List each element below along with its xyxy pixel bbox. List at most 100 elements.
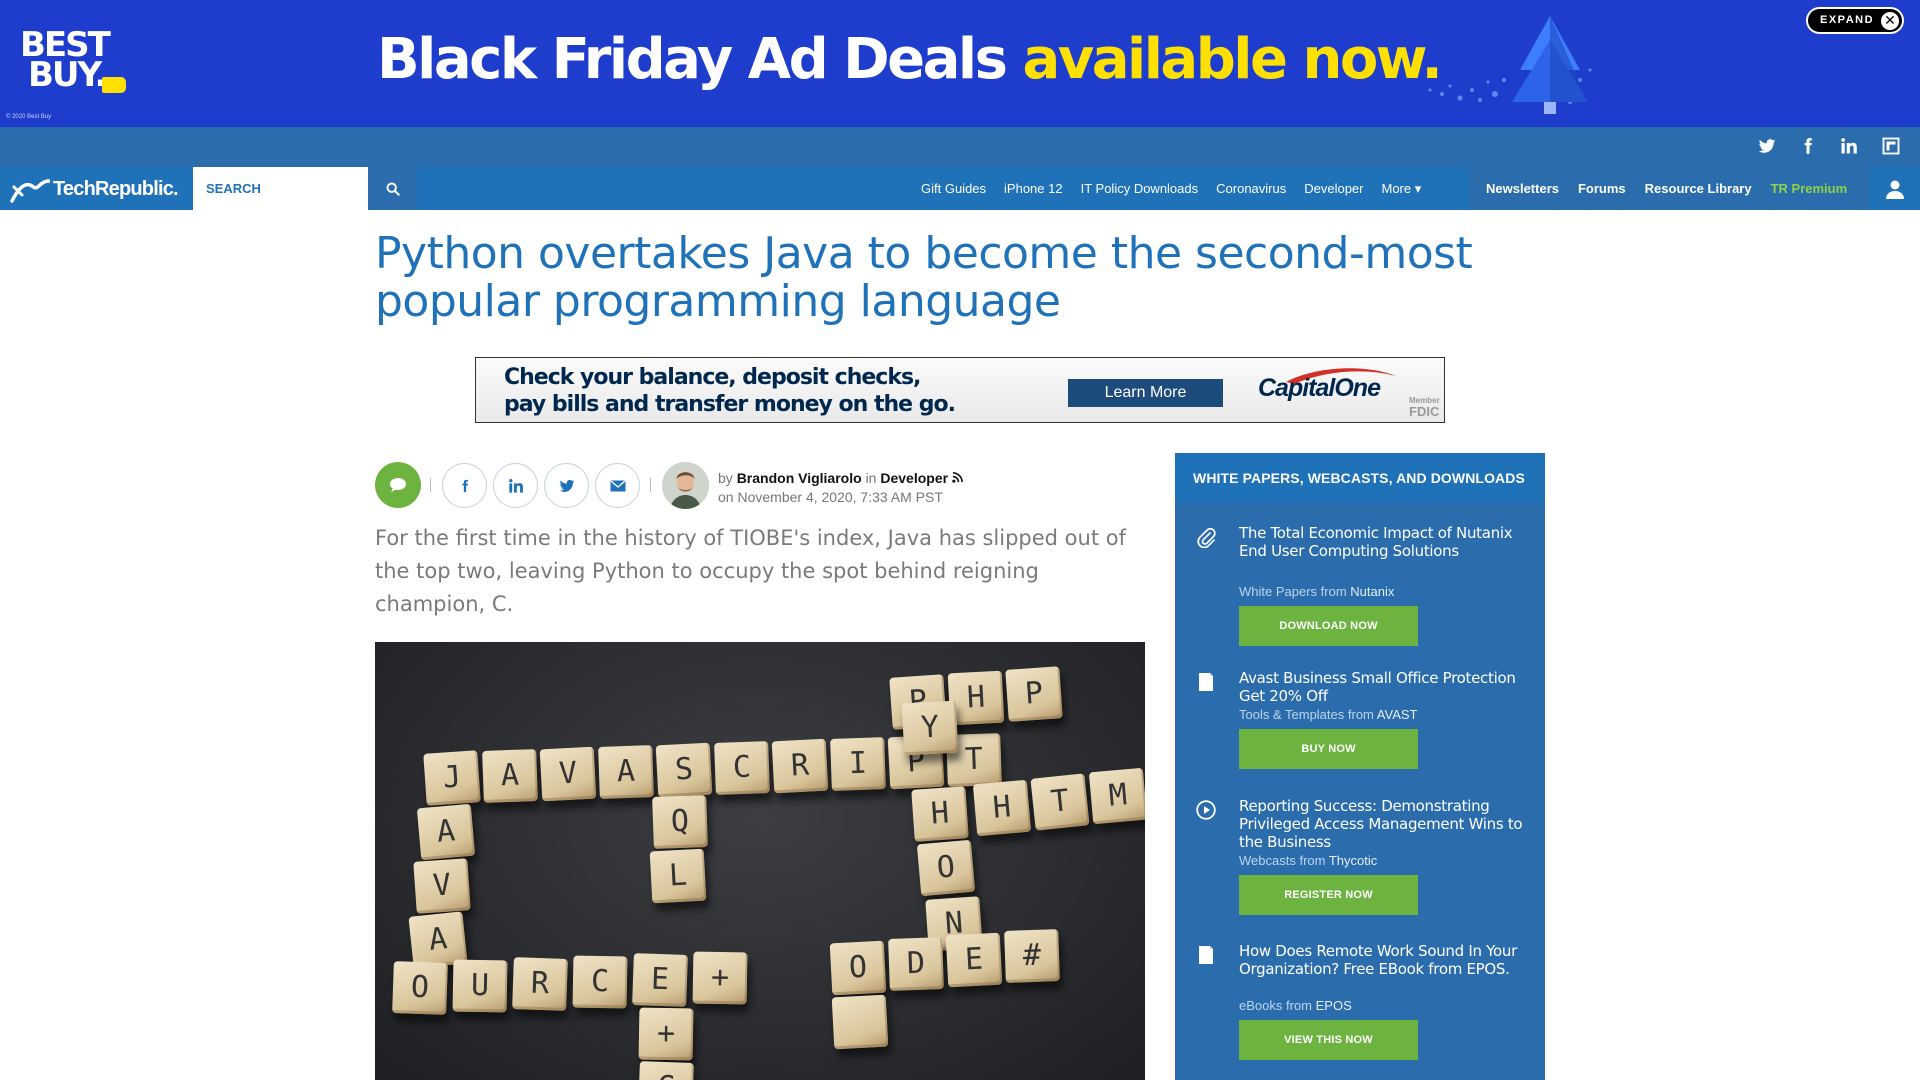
- flipboard-icon[interactable]: [1881, 137, 1901, 157]
- letter-tile: S: [655, 742, 713, 798]
- article-hero-image: J A V A S C R I P T A V A Q L P H P Y H …: [375, 642, 1145, 1080]
- rss-icon[interactable]: [952, 472, 963, 483]
- resource-source: Nutanix: [1350, 584, 1395, 599]
- letter-tile: [831, 994, 889, 1050]
- letter-tile: C: [638, 1061, 694, 1080]
- logo-text: TechRepublic.: [53, 178, 179, 200]
- search-button[interactable]: [368, 167, 417, 210]
- facebook-icon[interactable]: [1798, 137, 1818, 157]
- letter-tile: V: [539, 746, 597, 802]
- expand-ad-button[interactable]: EXPAND ✕: [1806, 7, 1904, 34]
- nav-link-gift-guides[interactable]: Gift Guides: [921, 181, 986, 196]
- resource-title[interactable]: Reporting Success: Demonstrating Privile…: [1239, 797, 1529, 851]
- letter-tile: V: [413, 858, 471, 914]
- resource-source: AVAST: [1376, 707, 1418, 722]
- document-icon: [1199, 946, 1213, 964]
- techrepublic-logo[interactable]: TechRepublic.: [10, 171, 179, 207]
- resource-meta: Webcasts from Thycotic: [1239, 853, 1377, 869]
- article-title: Python overtakes Java to become the seco…: [375, 228, 1473, 327]
- resource-title[interactable]: How Does Remote Work Sound In Your Organ…: [1239, 942, 1529, 978]
- letter-tile: A: [416, 803, 476, 861]
- user-account-button[interactable]: [1870, 167, 1920, 210]
- ad-headline[interactable]: Black Friday Ad Deals available now.: [377, 27, 1443, 92]
- resource-title[interactable]: Avast Business Small Office Protection G…: [1239, 669, 1529, 705]
- letter-tile: C: [572, 955, 628, 1009]
- nav-link-developer[interactable]: Developer: [1304, 181, 1363, 196]
- fdic-line2: FDIC: [1409, 404, 1440, 419]
- fdic-badge: Member FDIC: [1409, 396, 1440, 418]
- ad-headline-yellow: available now.: [1022, 27, 1442, 92]
- close-icon[interactable]: ✕: [1881, 12, 1899, 30]
- from-label: from: [1299, 853, 1326, 868]
- share-linkedin-button[interactable]: [493, 463, 538, 508]
- ad-copy: Check your balance, deposit checks, pay …: [504, 364, 956, 418]
- letter-tile: A: [482, 749, 538, 803]
- share-email-button[interactable]: [595, 463, 640, 508]
- ad-copy-line2: pay bills and transfer money on the go.: [504, 392, 956, 417]
- linkedin-icon[interactable]: [1839, 137, 1859, 157]
- from-label: from: [1286, 998, 1312, 1013]
- letter-tile: O: [392, 961, 448, 1015]
- download-now-button[interactable]: DOWNLOAD NOW: [1239, 606, 1418, 646]
- learn-more-button[interactable]: Learn More: [1068, 379, 1223, 407]
- letter-tile: M: [1088, 767, 1145, 825]
- author-prefix: by: [718, 470, 733, 486]
- linkedin-icon: [508, 479, 523, 493]
- nav-link-tr-premium[interactable]: TR Premium: [1771, 181, 1848, 196]
- resource-type: White Papers: [1239, 584, 1318, 599]
- share-facebook-button[interactable]: [442, 463, 487, 508]
- nav-links: Gift Guides iPhone 12 IT Policy Download…: [912, 167, 1430, 210]
- ad-copyright: © 2020 Best Buy: [6, 114, 52, 120]
- divider: [430, 478, 431, 492]
- nav-link-coronavirus[interactable]: Coronavirus: [1216, 181, 1286, 196]
- nav-link-newsletters[interactable]: Newsletters: [1486, 181, 1559, 196]
- nav-link-more[interactable]: More ▾: [1382, 181, 1422, 197]
- share-twitter-button[interactable]: [544, 463, 589, 508]
- social-strip: [0, 127, 1920, 167]
- top-banner-ad[interactable]: BEST BUY. © 2020 Best Buy Black Friday A…: [0, 0, 1920, 127]
- letter-tile: R: [771, 738, 829, 794]
- nav-link-resource-library[interactable]: Resource Library: [1645, 181, 1752, 196]
- letter-tile: D: [888, 937, 944, 991]
- category-link[interactable]: Developer: [880, 470, 948, 486]
- search-box: [193, 167, 368, 210]
- inline-banner-ad[interactable]: Check your balance, deposit checks, pay …: [475, 357, 1445, 423]
- facebook-icon: [461, 479, 468, 493]
- author-link[interactable]: Brandon Vigliarolo: [737, 470, 862, 486]
- user-icon: [1886, 180, 1904, 199]
- letter-tile: E: [945, 932, 1003, 988]
- comment-button[interactable]: [375, 462, 421, 508]
- register-now-button[interactable]: REGISTER NOW: [1239, 875, 1418, 915]
- resource-type: Tools & Templates: [1239, 707, 1345, 722]
- letter-tile: +: [638, 1007, 694, 1061]
- nav-right-links: Newsletters Forums Resource Library TR P…: [1470, 167, 1870, 210]
- comment-icon: [390, 478, 406, 492]
- letter-tile: H: [972, 779, 1032, 837]
- twitter-icon[interactable]: [1757, 137, 1777, 157]
- letter-tile: T: [1030, 773, 1090, 831]
- ad-headline-white: Black Friday Ad Deals: [377, 27, 1023, 92]
- nav-link-iphone-12[interactable]: iPhone 12: [1004, 181, 1063, 196]
- letter-tile: O: [829, 940, 887, 996]
- author-avatar[interactable]: [662, 462, 709, 509]
- letter-tile: U: [452, 959, 508, 1013]
- letter-tile: #: [1004, 929, 1060, 983]
- letter-tile: I: [830, 737, 886, 791]
- view-this-now-button[interactable]: VIEW THIS NOW: [1239, 1020, 1418, 1060]
- email-icon: [610, 480, 625, 492]
- nav-link-it-policy[interactable]: IT Policy Downloads: [1081, 181, 1199, 196]
- letter-tile: J: [423, 750, 481, 806]
- divider: [650, 478, 651, 492]
- resource-title[interactable]: The Total Economic Impact of Nutanix End…: [1239, 524, 1529, 560]
- resource-meta: White Papers from Nutanix: [1239, 584, 1394, 600]
- bestbuy-logo: BEST BUY.: [20, 28, 130, 100]
- from-label: from: [1320, 584, 1347, 599]
- publish-date: November 4, 2020, 7:33 AM PST: [737, 489, 943, 505]
- in-label: in: [865, 470, 877, 486]
- resource-meta: Tools & Templates from AVAST: [1239, 707, 1418, 723]
- nav-link-forums[interactable]: Forums: [1578, 181, 1626, 196]
- buy-now-button[interactable]: BUY NOW: [1239, 729, 1418, 769]
- search-input[interactable]: [193, 167, 368, 210]
- sidebar-heading[interactable]: WHITE PAPERS, WEBCASTS, AND DOWNLOADS: [1175, 453, 1545, 503]
- letter-tile: P: [1005, 666, 1063, 722]
